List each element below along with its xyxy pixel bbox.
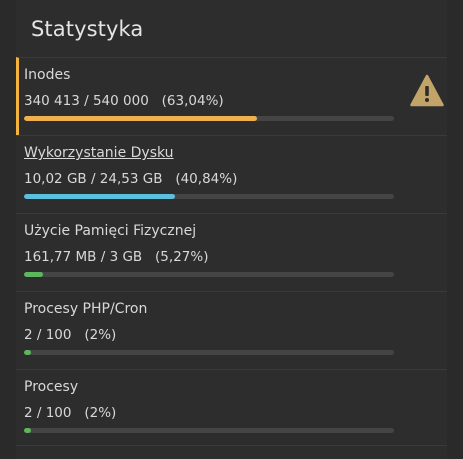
progress-bar (24, 272, 394, 277)
progress-bar-fill (24, 272, 44, 277)
progress-bar-fill (24, 428, 32, 433)
disk-usage-link[interactable]: Wykorzystanie Dysku (24, 145, 174, 161)
stat-value: 2 / 100 (2%) (24, 405, 117, 421)
progress-bar (24, 428, 394, 433)
stat-label: Użycie Pamięci Fizycznej (24, 223, 197, 239)
statistics-panel: Statystyka Inodes 340 413 / 540 000 (63,… (16, 0, 447, 459)
progress-bar (24, 116, 394, 121)
stat-label: Procesy PHP/Cron (24, 301, 148, 317)
stat-value: 10,02 GB / 24,53 GB (40,84%) (24, 171, 238, 187)
panel-title: Statystyka (31, 17, 144, 41)
progress-bar-fill (24, 116, 258, 121)
progress-bar (24, 194, 394, 199)
stat-value: 340 413 / 540 000 (63,04%) (24, 93, 224, 109)
stat-value: 2 / 100 (2%) (24, 327, 117, 343)
stat-processes: Procesy 2 / 100 (2%) (16, 369, 447, 447)
warning-triangle-icon (410, 74, 444, 107)
stat-disk-usage: Wykorzystanie Dysku 10,02 GB / 24,53 GB … (16, 135, 447, 213)
progress-bar-fill (24, 194, 176, 199)
stat-inodes: Inodes 340 413 / 540 000 (63,04%) (16, 57, 447, 135)
divider (16, 445, 447, 446)
stat-physical-memory: Użycie Pamięci Fizycznej 161,77 MB / 3 G… (16, 213, 447, 291)
stat-php-cron-processes: Procesy PHP/Cron 2 / 100 (2%) (16, 291, 447, 369)
stat-label: Procesy (24, 379, 79, 395)
progress-bar (24, 350, 394, 355)
stat-label: Inodes (24, 67, 71, 83)
stat-value: 161,77 MB / 3 GB (5,27%) (24, 249, 209, 265)
progress-bar-fill (24, 350, 32, 355)
